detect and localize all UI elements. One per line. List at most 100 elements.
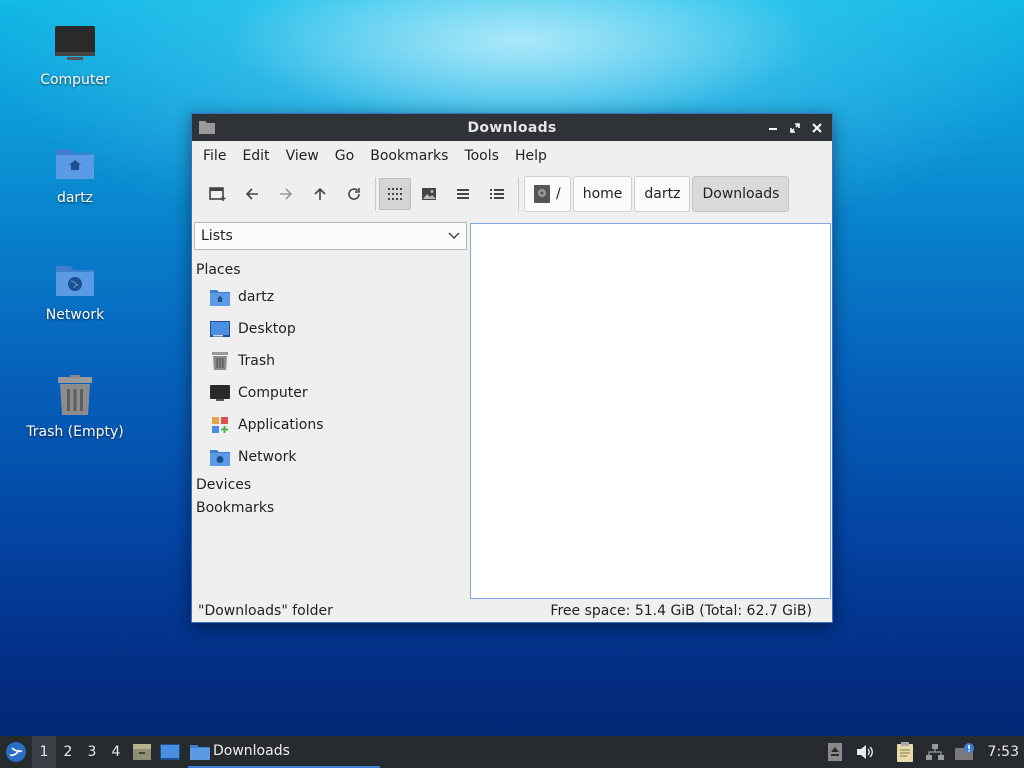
breadcrumb-root[interactable]: / xyxy=(524,176,571,212)
devices-section-header[interactable]: Devices xyxy=(193,473,467,496)
place-computer[interactable]: Computer xyxy=(193,377,467,409)
place-desktop[interactable]: Desktop xyxy=(193,313,467,345)
workspace-2[interactable]: 2 xyxy=(56,736,80,768)
compact-view-button[interactable] xyxy=(447,178,479,210)
folder-view[interactable] xyxy=(470,223,831,599)
computer-icon xyxy=(53,22,97,66)
status-bar: "Downloads" folder Free space: 51.4 GiB … xyxy=(192,600,832,622)
title-bar[interactable]: Downloads xyxy=(192,114,832,141)
desktop-icon xyxy=(160,744,180,760)
desktop-icon-computer[interactable]: Computer xyxy=(20,22,130,88)
taskbar-window-label: Downloads xyxy=(213,743,290,759)
network-status-button[interactable] xyxy=(920,736,950,768)
menu-tools[interactable]: Tools xyxy=(456,148,507,164)
place-applications[interactable]: Applications xyxy=(193,409,467,441)
taskbar-window-downloads[interactable]: Downloads xyxy=(188,736,380,768)
breadcrumb: / home dartz Downloads xyxy=(524,176,791,212)
volume-button[interactable] xyxy=(850,736,880,768)
icon-view-button[interactable] xyxy=(379,178,411,210)
clipboard-button[interactable] xyxy=(890,736,920,768)
maximize-button[interactable] xyxy=(786,119,804,137)
detailed-list-view-button[interactable] xyxy=(481,178,513,210)
drive-icon xyxy=(534,185,550,203)
desktop-icon-label: Trash (Empty) xyxy=(26,424,124,440)
clipboard-icon xyxy=(896,742,913,762)
places-section-header[interactable]: Places xyxy=(193,258,467,281)
chevron-down-icon xyxy=(448,232,460,240)
desktop-icon-network[interactable]: Network xyxy=(20,257,130,323)
place-trash[interactable]: Trash xyxy=(193,345,467,377)
file-cabinet-icon xyxy=(133,744,151,760)
back-button[interactable] xyxy=(236,178,268,210)
side-pane-mode-select[interactable]: Lists xyxy=(194,222,467,250)
breadcrumb-dartz[interactable]: dartz xyxy=(634,176,691,212)
menu-bookmarks[interactable]: Bookmarks xyxy=(362,148,456,164)
menu-file[interactable]: File xyxy=(195,148,234,164)
desktop-icon-trash[interactable]: Trash (Empty) xyxy=(20,374,130,440)
back-arrow-icon xyxy=(245,188,258,200)
breadcrumb-root-label: / xyxy=(556,186,561,202)
thumbnail-view-icon xyxy=(422,188,436,200)
show-desktop-button[interactable] xyxy=(156,736,184,768)
network-folder-icon xyxy=(53,257,97,301)
home-folder-icon xyxy=(53,140,97,184)
trash-icon xyxy=(209,350,231,372)
status-free-space: Free space: 51.4 GiB (Total: 62.7 GiB) xyxy=(550,603,812,619)
thumbnail-view-button[interactable] xyxy=(413,178,445,210)
side-pane: Lists Places dartz Desktop Trash Compute… xyxy=(193,222,467,602)
desktop-icon-label: Network xyxy=(45,307,105,323)
home-folder-icon xyxy=(209,286,231,308)
status-folder-info: "Downloads" folder xyxy=(198,603,333,619)
reload-button[interactable] xyxy=(338,178,370,210)
place-label: Trash xyxy=(238,353,275,369)
update-notification-icon xyxy=(954,743,974,760)
menu-view[interactable]: View xyxy=(278,148,327,164)
menu-go[interactable]: Go xyxy=(327,148,362,164)
file-manager-window: Downloads File Edit View Go Bookmarks To… xyxy=(191,113,833,623)
place-label: Applications xyxy=(238,417,324,433)
place-label: Network xyxy=(238,449,297,465)
minimize-button[interactable] xyxy=(764,119,782,137)
workspace-1[interactable]: 1 xyxy=(32,736,56,768)
new-tab-icon xyxy=(209,187,226,201)
tray-spacer xyxy=(880,736,890,768)
up-button[interactable] xyxy=(304,178,336,210)
computer-icon xyxy=(209,382,231,404)
lubuntu-logo-icon xyxy=(6,742,26,762)
breadcrumb-home[interactable]: home xyxy=(572,176,633,212)
menu-edit[interactable]: Edit xyxy=(234,148,277,164)
compact-view-icon xyxy=(457,189,469,199)
system-tray: 7:53 xyxy=(820,736,1024,768)
updates-notifier-button[interactable] xyxy=(950,736,980,768)
toolbar-separator xyxy=(375,177,376,211)
bookmarks-section-header[interactable]: Bookmarks xyxy=(193,496,467,519)
workspace-3[interactable]: 3 xyxy=(80,736,104,768)
clock[interactable]: 7:53 xyxy=(980,744,1024,760)
up-arrow-icon xyxy=(314,187,326,200)
close-button[interactable] xyxy=(808,119,826,137)
start-menu-button[interactable] xyxy=(0,736,32,768)
eject-button[interactable] xyxy=(820,736,850,768)
forward-button[interactable] xyxy=(270,178,302,210)
desktop-icon-home[interactable]: dartz xyxy=(20,140,130,206)
side-pane-mode-value: Lists xyxy=(201,228,233,244)
network-icon xyxy=(925,744,944,760)
desktop-icon-label: dartz xyxy=(56,190,94,206)
new-tab-button[interactable] xyxy=(202,178,234,210)
file-manager-launcher[interactable] xyxy=(128,736,156,768)
toolbar-separator xyxy=(518,177,519,211)
breadcrumb-downloads[interactable]: Downloads xyxy=(692,176,790,212)
workspace-4[interactable]: 4 xyxy=(104,736,128,768)
place-label: Desktop xyxy=(238,321,296,337)
place-network[interactable]: Network xyxy=(193,441,467,473)
desktop-icon xyxy=(209,318,231,340)
place-label: Computer xyxy=(238,385,308,401)
menu-help[interactable]: Help xyxy=(507,148,555,164)
place-home[interactable]: dartz xyxy=(193,281,467,313)
forward-arrow-icon xyxy=(280,188,293,200)
window-title: Downloads xyxy=(467,119,557,136)
taskbar: 1 2 3 4 Downloads 7:53 xyxy=(0,736,1024,768)
applications-icon xyxy=(209,414,231,436)
toolbar: / home dartz Downloads xyxy=(192,171,832,217)
volume-icon xyxy=(856,745,873,759)
